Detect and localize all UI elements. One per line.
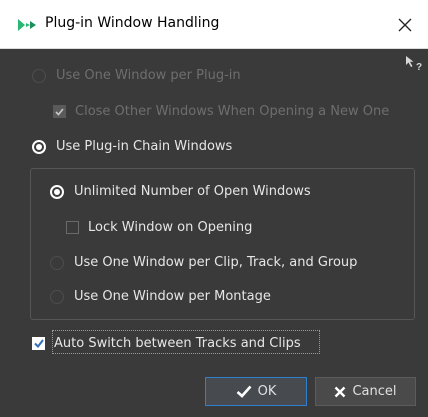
radio-indicator [50,289,64,304]
checkmark-icon [33,339,44,348]
wavelab-app-icon [18,19,36,31]
radio-indicator [50,184,64,199]
one-per-clip-track-group-label: Use One Window per Clip, Track, and Grou… [74,255,358,270]
unlimited-windows-radio[interactable]: Unlimited Number of Open Windows [50,184,311,199]
close-other-windows-label: Close Other Windows When Opening a New O… [75,104,390,119]
auto-switch-checkbox[interactable]: Auto Switch between Tracks and Clips [32,336,301,351]
radio-indicator [32,139,46,154]
plugin-chain-windows-label: Use Plug-in Chain Windows [56,139,233,154]
auto-switch-label: Auto Switch between Tracks and Clips [54,336,301,351]
one-window-per-plugin-label: Use One Window per Plug-in [56,68,241,83]
cancel-button-label: Cancel [352,384,397,399]
window-title: Plug-in Window Handling [45,15,220,31]
checkbox-indicator [53,105,66,118]
one-window-per-plugin-radio[interactable]: Use One Window per Plug-in [32,68,241,83]
radio-indicator [32,68,46,83]
close-icon[interactable] [382,0,428,49]
ok-button-label: OK [257,384,277,399]
checkmark-icon [236,385,252,398]
svg-text:?: ? [416,62,422,72]
plugin-chain-windows-radio[interactable]: Use Plug-in Chain Windows [32,139,232,154]
ok-button[interactable]: OK [205,377,307,406]
unlimited-windows-label: Unlimited Number of Open Windows [74,184,311,199]
checkbox-indicator [66,221,79,234]
lock-window-checkbox[interactable]: Lock Window on Opening [66,220,252,235]
x-icon [334,386,346,398]
context-help-icon[interactable]: ? [404,54,424,72]
cancel-button[interactable]: Cancel [315,377,416,406]
one-per-montage-label: Use One Window per Montage [74,289,271,304]
checkmark-icon [55,107,64,116]
radio-indicator [50,255,64,270]
title-bar: Plug-in Window Handling [0,0,428,49]
one-per-montage-radio[interactable]: Use One Window per Montage [50,289,271,304]
lock-window-label: Lock Window on Opening [88,220,253,235]
one-per-clip-track-group-radio[interactable]: Use One Window per Clip, Track, and Grou… [50,255,357,270]
close-other-windows-checkbox[interactable]: Close Other Windows When Opening a New O… [53,104,389,119]
checkbox-indicator [32,337,45,350]
